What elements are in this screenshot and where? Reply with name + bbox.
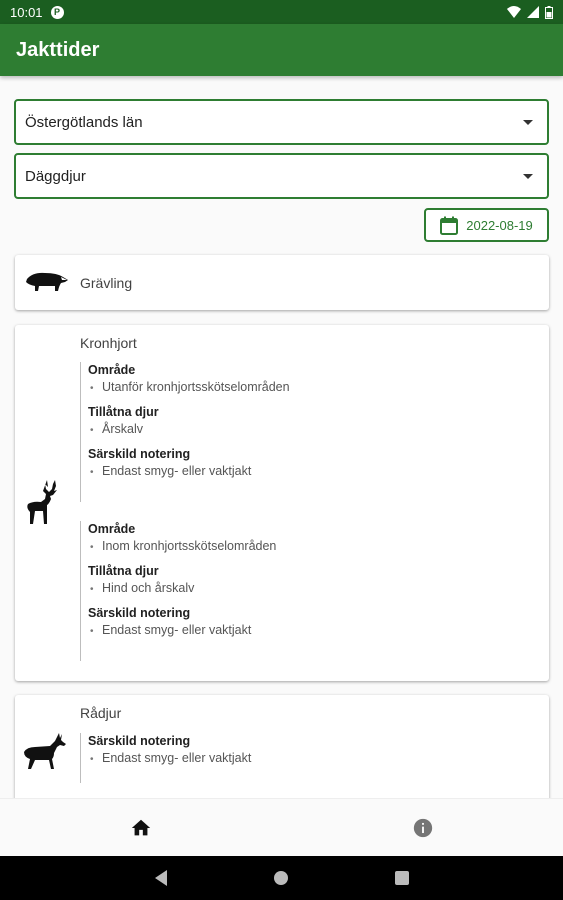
rule-area-label: Område [88,522,136,536]
rule-animals-label: Tillåtna djur [88,564,159,578]
date-picker-button[interactable]: 2022-08-19 [424,208,549,242]
arrow-drop-down-icon [523,174,533,179]
species-name: Grävling [80,275,133,291]
calendar-icon [440,216,459,235]
roe-deer-icon [24,733,66,769]
signal-icon [527,6,539,18]
category-select[interactable]: Däggdjur [14,153,549,199]
rule-animals-label: Tillåtna djur [88,405,159,419]
bottom-navigation [0,798,563,856]
species-name: Rådjur [80,705,122,721]
home-icon[interactable] [130,817,152,839]
status-time: 10:01 [10,4,43,20]
rule-area-value: • Inom kronhjortsskötselområden [90,539,277,553]
rule-animals-value: • Årskalv [90,422,143,436]
status-bar: 10:01 P [0,0,563,24]
notification-app-icon: P [50,5,64,19]
rule-block: Område • Utanför kronhjortsskötselområden… [80,362,290,502]
wifi-icon [507,6,521,18]
rule-note-value: • Endast smyg- eller vaktjakt [90,751,252,765]
category-select-value: Däggdjur [25,167,86,185]
rule-block: Särskild notering • Endast smyg- eller va… [80,733,251,783]
app-bar: Jakttider [0,24,563,76]
back-icon[interactable] [155,870,167,886]
date-value: 2022-08-19 [466,217,533,233]
rule-block: Område • Inom kronhjortsskötselområden Ti… [80,521,276,661]
species-card-radjur[interactable]: Rådjur Särskild notering • Endast smyg- e… [15,695,549,798]
main-content[interactable]: Östergötlands län Däggdjur 2022-08-19 Gr… [0,76,563,798]
battery-icon [545,5,553,19]
region-select[interactable]: Östergötlands län [14,99,549,145]
rule-note-value: • Endast smyg- eller vaktjakt [90,464,252,478]
rule-note-value: • Endast smyg- eller vaktjakt [90,623,252,637]
rule-note-label: Särskild notering [88,734,191,748]
species-card-kronhjort[interactable]: Kronhjort Område • Utanför kronhjortssköt… [15,325,549,681]
rule-area-value: • Utanför kronhjortsskötselområden [90,380,290,394]
status-icons [507,5,553,19]
red-deer-icon [27,480,57,524]
badger-icon [26,272,68,291]
region-select-value: Östergötlands län [25,113,143,131]
home-circle-icon[interactable] [274,871,288,885]
rule-note-label: Särskild notering [88,606,191,620]
arrow-drop-down-icon [523,120,533,125]
system-navigation-bar [0,856,563,900]
info-icon[interactable] [412,817,434,839]
species-card-gravling[interactable]: Grävling [15,255,549,310]
recents-icon[interactable] [395,871,409,885]
rule-animals-value: • Hind och årskalv [90,581,195,595]
rule-note-label: Särskild notering [88,447,191,461]
app-title: Jakttider [16,38,100,61]
rule-area-label: Område [88,363,136,377]
species-name: Kronhjort [80,335,137,351]
